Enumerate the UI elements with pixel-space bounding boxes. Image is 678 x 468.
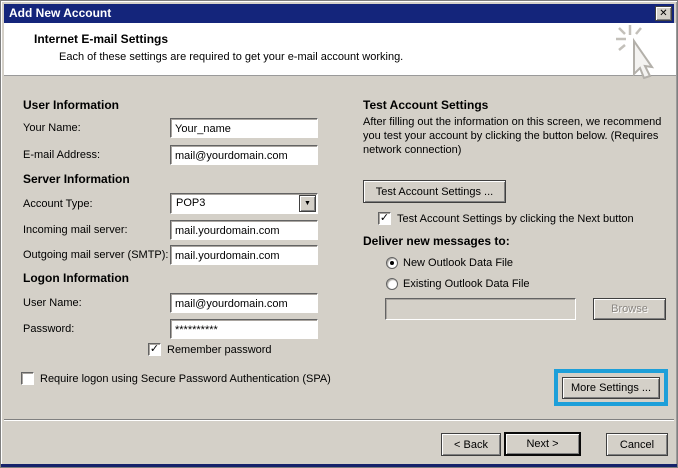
test-account-settings-heading: Test Account Settings	[363, 98, 488, 112]
cancel-button[interactable]: Cancel	[606, 433, 668, 456]
window-bottom-edge	[1, 464, 677, 467]
window-title: Add New Account	[9, 6, 111, 20]
spa-label: Require logon using Secure Password Auth…	[40, 373, 331, 385]
spa-checkbox[interactable]: Require logon using Secure Password Auth…	[21, 372, 331, 385]
dialog-header: Internet E-mail Settings Each of these s…	[4, 23, 676, 76]
test-account-settings-button[interactable]: Test Account Settings ...	[363, 180, 506, 203]
add-new-account-dialog: Add New Account ✕ Internet E-mail Settin…	[0, 0, 678, 468]
incoming-server-label: Incoming mail server:	[23, 224, 128, 236]
more-settings-button[interactable]: More Settings ...	[562, 377, 660, 399]
header-subtitle: Each of these settings are required to g…	[59, 51, 403, 63]
header-title: Internet E-mail Settings	[34, 32, 168, 46]
close-icon[interactable]: ✕	[655, 6, 672, 21]
click-cursor-icon	[614, 23, 668, 79]
incoming-server-input[interactable]	[170, 220, 318, 240]
checkbox-empty[interactable]	[21, 372, 34, 385]
user-name-label: User Name:	[23, 297, 82, 309]
back-button[interactable]: < Back	[441, 433, 501, 456]
remember-password-checkbox[interactable]: ✓ Remember password	[148, 343, 272, 356]
deliver-heading: Deliver new messages to:	[363, 234, 510, 248]
browse-button: Browse	[593, 298, 666, 320]
data-file-path-input	[385, 298, 576, 320]
password-input[interactable]	[170, 319, 318, 339]
test-account-settings-description: After filling out the information on thi…	[363, 115, 667, 157]
user-name-input[interactable]	[170, 293, 318, 313]
next-button[interactable]: Next >	[504, 432, 581, 456]
outgoing-server-label: Outgoing mail server (SMTP):	[23, 249, 168, 261]
logon-information-heading: Logon Information	[23, 271, 129, 285]
your-name-label: Your Name:	[23, 122, 81, 134]
your-name-input[interactable]	[170, 118, 318, 138]
test-next-label: Test Account Settings by clicking the Ne…	[397, 213, 634, 225]
chevron-down-icon[interactable]: ▼	[299, 195, 316, 212]
account-type-label: Account Type:	[23, 198, 93, 210]
outgoing-server-input[interactable]	[170, 245, 318, 265]
remember-password-label: Remember password	[167, 344, 272, 356]
radio-unselected-icon[interactable]	[386, 278, 398, 290]
server-information-heading: Server Information	[23, 172, 130, 186]
email-address-input[interactable]	[170, 145, 318, 165]
radio-selected-icon[interactable]	[386, 257, 398, 269]
account-type-dropdown[interactable]: POP3 ▼	[170, 193, 318, 214]
email-address-label: E-mail Address:	[23, 149, 100, 161]
password-label: Password:	[23, 323, 74, 335]
radio-new-outlook-data-file[interactable]: New Outlook Data File	[386, 257, 513, 269]
test-next-checkbox[interactable]: ✓ Test Account Settings by clicking the …	[378, 212, 634, 225]
check-icon[interactable]: ✓	[148, 343, 161, 356]
radio-existing-label: Existing Outlook Data File	[403, 278, 530, 290]
account-type-value: POP3	[176, 197, 205, 209]
radio-existing-outlook-data-file[interactable]: Existing Outlook Data File	[386, 278, 530, 290]
check-icon[interactable]: ✓	[378, 212, 391, 225]
footer-separator	[4, 419, 674, 421]
user-information-heading: User Information	[23, 98, 119, 112]
radio-new-label: New Outlook Data File	[403, 257, 513, 269]
titlebar: Add New Account ✕	[4, 4, 674, 23]
